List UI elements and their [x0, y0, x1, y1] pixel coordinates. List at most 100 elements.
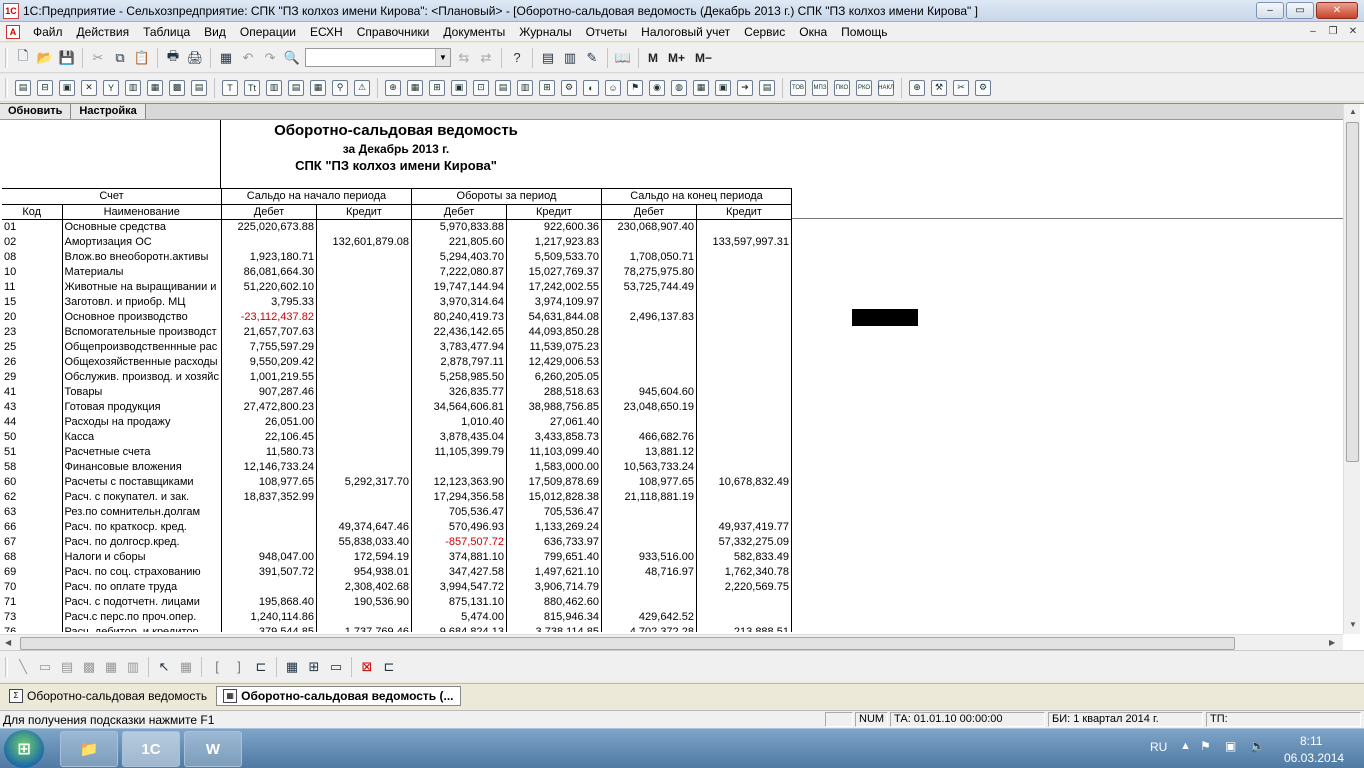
table-cell-sk[interactable] [316, 219, 412, 234]
table-cell-ek[interactable] [696, 444, 792, 459]
report-d-icon[interactable]: ▣ [712, 77, 734, 99]
table-cell-sd[interactable]: 907,287.46 [221, 384, 317, 399]
table-cell-sd[interactable]: 27,472,800.23 [221, 399, 317, 414]
table-cell-ed[interactable] [601, 234, 697, 249]
table-cell-code[interactable]: 66 [2, 519, 63, 534]
table-row[interactable]: 26 Общехозяйственные расходы 9,550,209.42 2… [2, 354, 792, 369]
table-cell-sd[interactable] [221, 519, 317, 534]
book-icon[interactable]: 📖 [612, 47, 634, 69]
table-row[interactable]: 70 Расч. по оплате труда 2,308,402.68 3,994… [2, 579, 792, 594]
vertical-scrollbar[interactable]: ▲ ▼ [1343, 104, 1360, 634]
tov-icon[interactable]: ТОВ [787, 77, 809, 99]
table-cell-ek[interactable] [696, 324, 792, 339]
table-cell-sk[interactable] [316, 459, 412, 474]
line-icon[interactable]: ╲ [12, 656, 34, 678]
table-cell-name[interactable]: Касса [62, 429, 222, 444]
table-cell-code[interactable]: 02 [2, 234, 63, 249]
table-cell-ek[interactable] [696, 594, 792, 609]
table-cell-name[interactable]: Общехозяйственные расходы [62, 354, 222, 369]
table-cell-ok[interactable]: 1,133,269.24 [506, 519, 602, 534]
table-cell-ok[interactable]: 12,429,006.53 [506, 354, 602, 369]
table-row[interactable]: 58 Финансовые вложения 12,146,733.24 1,583,… [2, 459, 792, 474]
sun-icon[interactable]: ☺ [602, 77, 624, 99]
table-cell-name[interactable]: Товары [62, 384, 222, 399]
table-cell-ek[interactable] [696, 429, 792, 444]
table-cell-od[interactable]: 1,010.40 [411, 414, 507, 429]
menu-view[interactable]: Вид [197, 25, 233, 39]
analysis-icon[interactable]: ▣ [56, 77, 78, 99]
table-cell-code[interactable]: 67 [2, 534, 63, 549]
table-cell-sk[interactable]: 132,601,879.08 [316, 234, 412, 249]
report-e-icon[interactable]: ➔ [734, 77, 756, 99]
table-cell-od[interactable]: 570,496.93 [411, 519, 507, 534]
table-cell-name[interactable]: Материалы [62, 264, 222, 279]
table-cell-name[interactable]: Расчеты с поставщиками [62, 474, 222, 489]
table-cell-ed[interactable] [601, 534, 697, 549]
table-row[interactable]: 67 Расч. по долгоср.кред. 55,838,033.40 -85… [2, 534, 792, 549]
menu-catalogs[interactable]: Справочники [350, 25, 437, 39]
table-cell-od[interactable]: 7,222,080.87 [411, 264, 507, 279]
flag-icon[interactable]: ⚑ [1200, 739, 1211, 753]
table-cell-sk[interactable] [316, 339, 412, 354]
table-cell-code[interactable]: 76 [2, 624, 63, 632]
table-cell-ek[interactable]: 582,833.49 [696, 549, 792, 564]
table-cell-sd[interactable]: 379,544.85 [221, 624, 317, 632]
table-cell-od[interactable]: 3,970,314.64 [411, 294, 507, 309]
table-cell-name[interactable]: Животные на выращивании и [62, 279, 222, 294]
table-cell-sk[interactable]: 190,536.90 [316, 594, 412, 609]
table-cell-ek[interactable] [696, 294, 792, 309]
table-cell-od[interactable] [411, 459, 507, 474]
table-cell-ok[interactable]: 11,103,099.40 [506, 444, 602, 459]
table-cell-code[interactable]: 50 [2, 429, 63, 444]
table-cell-ok[interactable]: 1,497,621.10 [506, 564, 602, 579]
language-indicator[interactable]: RU [1150, 740, 1167, 754]
table-cell-od[interactable]: 875,131.10 [411, 594, 507, 609]
active-cell-cursor[interactable] [851, 308, 919, 327]
paste-icon[interactable]: 📋 [131, 47, 153, 69]
table-cell-od[interactable]: 221,805.60 [411, 234, 507, 249]
table-cell-sk[interactable] [316, 354, 412, 369]
show-hidden-icons-icon[interactable]: ▲ [1180, 740, 1191, 752]
table-cell-ok[interactable]: 1,217,923.83 [506, 234, 602, 249]
table-cell-sk[interactable] [316, 399, 412, 414]
table-row[interactable]: 29 Обслужив. производ. и хозяйс 1,001,219.… [2, 369, 792, 384]
table-cell-code[interactable]: 11 [2, 279, 63, 294]
table-cell-ok[interactable]: 880,462.60 [506, 594, 602, 609]
table-cell-sk[interactable] [316, 429, 412, 444]
table-cell-sk[interactable]: 1,737,769.46 [316, 624, 412, 632]
table-cell-ok[interactable]: 1,583,000.00 [506, 459, 602, 474]
table-cell-code[interactable]: 44 [2, 414, 63, 429]
table-cell-sd[interactable]: -23,112,437.82 [221, 309, 317, 324]
table-cell-sk[interactable] [316, 504, 412, 519]
table-cell-sd[interactable] [221, 579, 317, 594]
calendar-icon[interactable]: ▥ [559, 47, 581, 69]
table-cell-sd[interactable]: 11,580.73 [221, 444, 317, 459]
close-button[interactable]: ✕ [1316, 2, 1358, 19]
table-cell-sd[interactable] [221, 234, 317, 249]
menu-table[interactable]: Таблица [136, 25, 197, 39]
table-cell-name[interactable]: Вспомогательные производст [62, 324, 222, 339]
table-cell-name[interactable]: Влож.во внеоборотн.активы [62, 249, 222, 264]
table-cell-name[interactable]: Заготовл. и приобр. МЦ [62, 294, 222, 309]
table-cell-code[interactable]: 01 [2, 219, 63, 234]
table-cell-sd[interactable]: 22,106.45 [221, 429, 317, 444]
menu-operations[interactable]: Операции [233, 25, 303, 39]
table-cell-ek[interactable]: 1,762,340.78 [696, 564, 792, 579]
table-cell-sk[interactable] [316, 249, 412, 264]
table-cell-od[interactable]: 3,878,435.04 [411, 429, 507, 444]
table-cell-ok[interactable]: 17,242,002.55 [506, 279, 602, 294]
group-icon[interactable]: ⊏ [250, 656, 272, 678]
table-cell-sd[interactable]: 26,051.00 [221, 414, 317, 429]
new-icon[interactable]: 🗋 [12, 47, 34, 69]
table-cell-code[interactable]: 69 [2, 564, 63, 579]
fix-table-icon[interactable]: ⊏ [378, 656, 400, 678]
table-cell-ed[interactable]: 945,604.60 [601, 384, 697, 399]
window-tab-turnover-balance[interactable]: Σ Оборотно-сальдовая ведомость [3, 686, 213, 706]
table-row[interactable]: 02 Амортизация ОС 132,601,879.08 221,805.60… [2, 234, 792, 249]
table-cell-sd[interactable]: 9,550,209.42 [221, 354, 317, 369]
memory-button[interactable]: M [643, 51, 663, 65]
table-row[interactable]: 73 Расч.с перс.по проч.опер. 1,240,114.86 5… [2, 609, 792, 624]
table-cell-ek[interactable] [696, 279, 792, 294]
word-taskbar-icon[interactable]: W [184, 731, 242, 767]
journal-4-icon[interactable]: ▤ [188, 77, 210, 99]
